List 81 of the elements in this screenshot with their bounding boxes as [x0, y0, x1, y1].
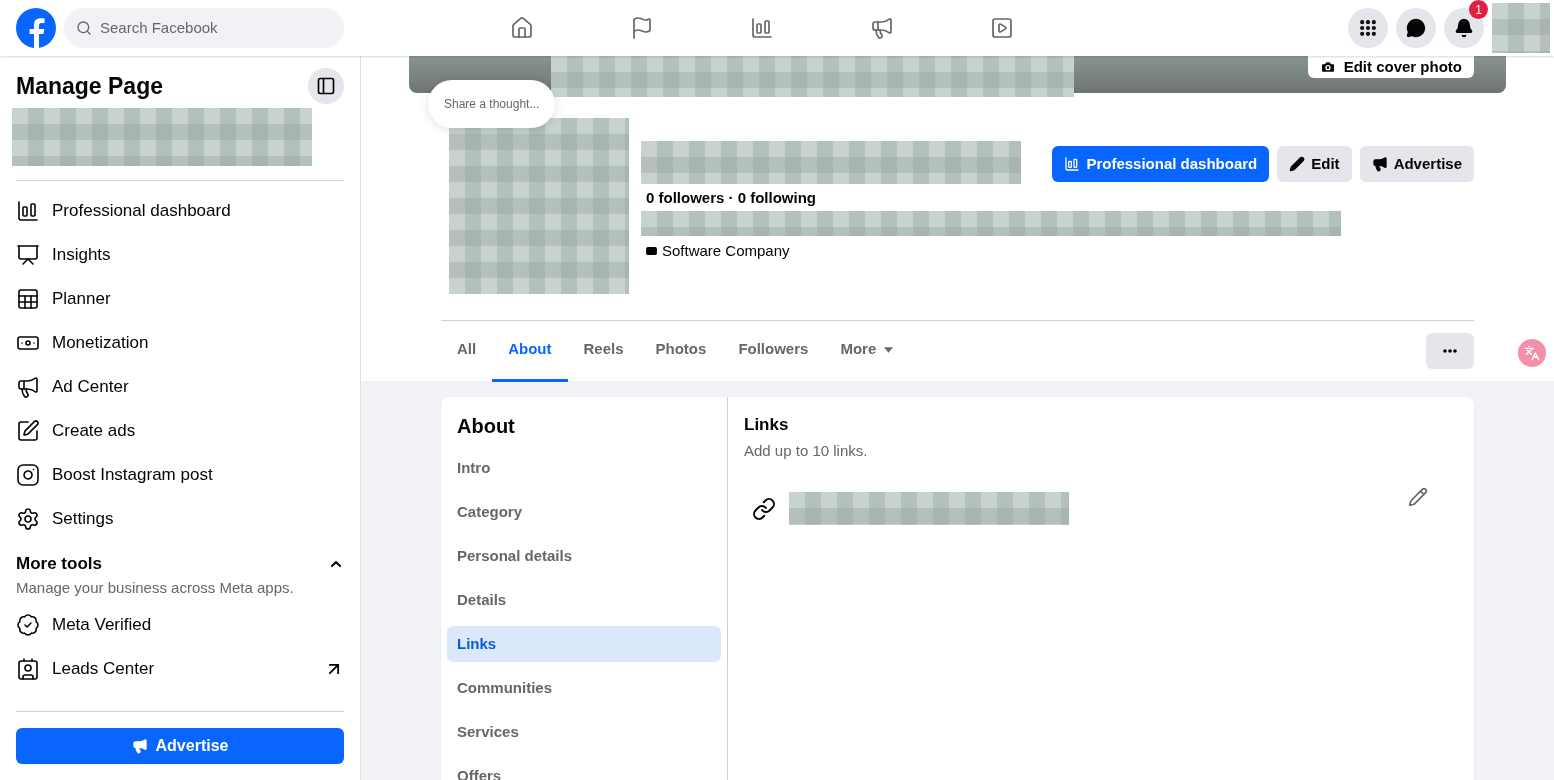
header-button[interactable]: Edit [1277, 146, 1352, 182]
edit-icon [16, 419, 40, 443]
search-icon [76, 20, 92, 36]
nav-tab[interactable] [870, 16, 894, 40]
section-subtitle: Manage your business across Meta apps. [15, 577, 295, 598]
play-icon [990, 16, 1014, 40]
profile-tab[interactable]: Reels [567, 320, 640, 382]
panel-icon [316, 76, 336, 96]
nav-tab[interactable] [990, 16, 1014, 40]
about-section-item[interactable]: Offers [447, 758, 721, 780]
about-section-item[interactable]: Intro [447, 450, 721, 486]
table-icon [16, 287, 40, 311]
logo-icon[interactable] [16, 8, 56, 48]
home-icon [510, 16, 534, 40]
about-section-item[interactable]: Links [447, 626, 721, 662]
chart-icon [750, 16, 774, 40]
link-icon [752, 496, 776, 521]
sidebar-item[interactable]: Meta Verified [12, 603, 348, 647]
instagram-icon [16, 463, 40, 487]
about-section-item[interactable]: Personal details [447, 538, 721, 574]
panel-subtitle: Add up to 10 links. [744, 440, 869, 461]
bell-icon [1454, 18, 1474, 38]
about-section-item[interactable]: Services [447, 714, 721, 750]
header-button[interactable]: Professional dashboard [1052, 146, 1270, 182]
collapse-button[interactable] [308, 68, 344, 104]
sidebar-item[interactable]: Leads Center [12, 647, 348, 691]
page-category: Software Company [662, 240, 790, 261]
sidebar-item[interactable]: Boost Instagram post [12, 453, 348, 497]
notification-badge: 1 [1469, 0, 1488, 19]
sidebar-item[interactable]: Create ads [12, 409, 348, 453]
contact-card-icon [16, 657, 40, 681]
more-options-button[interactable] [1426, 333, 1474, 369]
messenger-button[interactable] [1396, 8, 1436, 48]
megaphone-icon [870, 16, 894, 40]
redacted-block [1492, 3, 1550, 53]
flag-icon [630, 16, 654, 40]
chart-icon [1064, 156, 1081, 172]
sidebar-item[interactable]: Monetization [12, 321, 348, 365]
advertise-button[interactable]: Advertise [16, 728, 344, 764]
about-section-item[interactable]: Details [447, 582, 721, 618]
settings-icon [16, 507, 40, 531]
about-title: About [456, 414, 516, 439]
search-field[interactable]: Search Facebook [64, 8, 344, 48]
nav-tab[interactable] [750, 16, 774, 40]
menu-button[interactable] [1348, 8, 1388, 48]
verified-badge-icon [16, 613, 40, 637]
edit-cover-button[interactable]: Edit cover photo [1307, 56, 1474, 78]
sidebar-item[interactable]: Settings [12, 497, 348, 541]
messenger-icon [1406, 18, 1426, 38]
profile-tab[interactable]: Followers [722, 320, 825, 382]
sidebar-item[interactable]: Insights [12, 233, 348, 277]
camera-icon [1319, 59, 1336, 75]
presentation-icon [16, 243, 40, 267]
sidebar-item[interactable]: Professional dashboard [12, 189, 348, 233]
search-input[interactable]: Search Facebook [100, 16, 332, 40]
panel-title: Links [744, 414, 790, 436]
ellipsis-icon [1443, 349, 1457, 353]
share-thought-bubble[interactable]: Share a thought... [428, 80, 556, 128]
grid-icon [1358, 18, 1378, 38]
megaphone-icon [16, 375, 40, 399]
pencil-icon [1408, 486, 1428, 507]
profile-tab[interactable]: Photos [639, 320, 723, 382]
profile-tab[interactable]: All [441, 320, 493, 382]
about-section-item[interactable]: Communities [447, 670, 721, 706]
pencil-icon [1289, 156, 1306, 172]
sidebar-item[interactable]: Ad Center [12, 365, 348, 409]
nav-tab[interactable] [510, 16, 534, 40]
megaphone-icon [131, 738, 148, 754]
nav-tab[interactable] [630, 16, 654, 40]
sidebar-item[interactable]: Planner [12, 277, 348, 321]
profile-tab[interactable]: More [824, 320, 910, 382]
megaphone-icon [1371, 156, 1388, 172]
sidebar-title: Manage Page [16, 71, 163, 101]
caret-icon [884, 346, 894, 353]
follower-stats: 0 followers · 0 following [646, 188, 817, 208]
profile-tab[interactable]: About [492, 320, 568, 382]
section-title: More tools [16, 553, 102, 575]
header-button[interactable]: Advertise [1359, 146, 1474, 182]
edit-link-button[interactable] [1408, 486, 1428, 507]
about-section-item[interactable]: Category [447, 494, 721, 530]
chart-icon [16, 199, 40, 223]
